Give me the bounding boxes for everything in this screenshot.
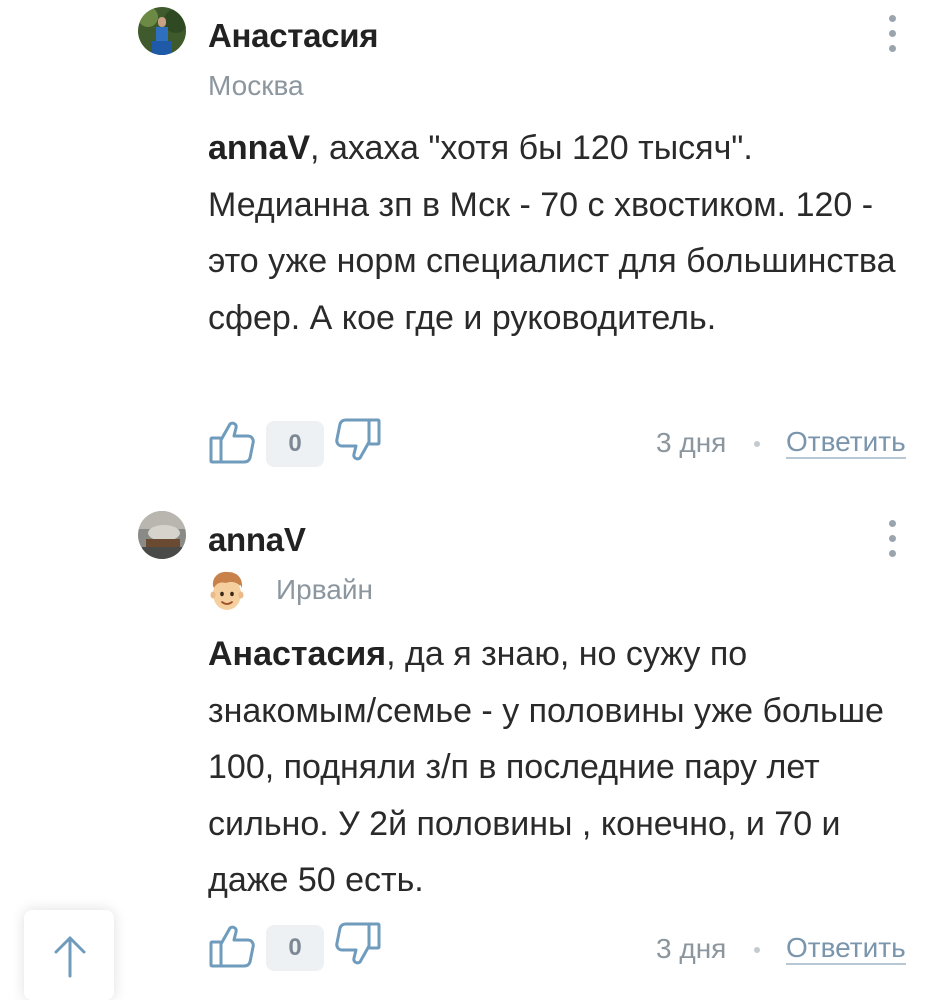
arrow-up-icon — [54, 936, 86, 978]
scroll-to-top-button[interactable] — [24, 910, 114, 1000]
comment-actions: 0 3 дня Ответить — [0, 920, 948, 976]
comment-body: , ахаха "хотя бы 120 тысяч". Медианна зп… — [208, 129, 896, 337]
reply-link[interactable]: Ответить — [786, 933, 906, 965]
comment-actions: 0 3 дня Ответить — [0, 416, 948, 472]
emoji-face-icon — [208, 570, 246, 614]
comment-time: 3 дня — [656, 427, 727, 458]
separator-dot — [754, 441, 760, 447]
comment-text: annaV, ахаха "хотя бы 120 тысяч". Медиан… — [208, 120, 908, 346]
comment-city: Москва — [208, 70, 304, 101]
thumbs-up-icon[interactable] — [208, 922, 256, 970]
like-counter: 0 — [266, 421, 324, 467]
avatar[interactable] — [138, 511, 186, 559]
more-vertical-icon[interactable] — [880, 520, 904, 560]
avatar[interactable] — [138, 7, 186, 55]
comment-text: Анастасия, да я знаю, но сужу по знакомы… — [208, 626, 908, 909]
thumbs-down-icon[interactable] — [334, 920, 382, 968]
comment-time: 3 дня — [656, 933, 727, 964]
separator-dot — [754, 947, 760, 953]
comment-author[interactable]: annaV — [208, 521, 306, 559]
comment-body: , да я знаю, но сужу по знакомым/семье -… — [208, 635, 884, 899]
more-vertical-icon[interactable] — [880, 15, 904, 55]
comment-mention[interactable]: annaV — [208, 129, 310, 167]
thumbs-up-icon[interactable] — [208, 418, 256, 466]
comment-city: Ирвайн — [276, 574, 373, 605]
comment-author[interactable]: Анастасия — [208, 17, 378, 55]
comment: annaV Ирвайн Анастасия, да я знаю, но су… — [0, 480, 948, 1000]
like-counter: 0 — [266, 925, 324, 971]
comment-mention[interactable]: Анастасия — [208, 635, 386, 673]
reply-link[interactable]: Ответить — [786, 427, 906, 459]
comment: Анастасия Москва annaV, ахаха "хотя бы 1… — [0, 0, 948, 480]
thumbs-down-icon[interactable] — [334, 416, 382, 464]
